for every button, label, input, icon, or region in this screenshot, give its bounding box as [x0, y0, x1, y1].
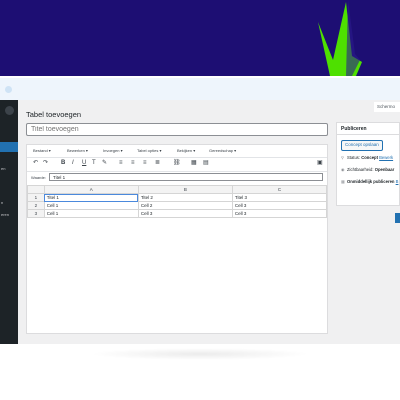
browser-toolbar — [0, 78, 400, 100]
row-number: 1 — [27, 193, 45, 202]
menu-bekijken[interactable]: Bekijken ▾ — [177, 148, 195, 153]
italic-icon[interactable]: I — [72, 159, 74, 168]
table-editor: Bestand ▾ Bewerken ▾ Invoegen ▾ Tabel op… — [26, 144, 328, 334]
table-cell[interactable]: Titel 3 — [231, 193, 328, 202]
undo-icon[interactable]: ↶ — [33, 159, 38, 168]
table-cell[interactable]: Titel 1 — [43, 193, 139, 202]
table-row: 3 Cell 1 Cell 3 Cell 3 — [27, 209, 328, 218]
link-icon[interactable]: ⛓ — [173, 159, 181, 168]
text-color-icon[interactable]: ✎ — [102, 159, 107, 168]
align-center-icon[interactable]: ≡ — [131, 159, 135, 168]
main-content: Tabel toevoegen Bestand ▾ Bewerken ▾ Inv… — [18, 100, 400, 344]
logo-mark — [318, 0, 362, 76]
publish-heading: Publiceren — [337, 123, 400, 135]
page-title: Tabel toevoegen — [26, 110, 82, 119]
menu-bestand[interactable]: Bestand ▾ — [33, 148, 51, 153]
title-input[interactable] — [26, 123, 328, 136]
spreadsheet-table: A B C 1 Titel 1 Titel 2 Titel 3 2 Cell 1… — [27, 185, 328, 218]
justify-icon[interactable]: ≣ — [155, 159, 160, 168]
sidebar-item[interactable]: en — [1, 166, 18, 171]
menu-invoegen[interactable]: Invoegen ▾ — [103, 148, 123, 153]
hero-banner — [0, 0, 400, 76]
publish-button[interactable] — [395, 213, 400, 223]
align-left-icon[interactable]: ≡ — [119, 159, 123, 168]
column-header[interactable]: A — [43, 185, 139, 194]
table-props-icon[interactable]: ▤ — [203, 159, 209, 168]
strikethrough-icon[interactable]: T — [92, 159, 96, 168]
drop-shadow — [90, 348, 310, 360]
wordpress-logo-icon[interactable] — [5, 106, 14, 115]
status-edit-link[interactable]: Bewerk — [379, 155, 393, 160]
status-row: ⚲ Status: Concept Bewerk — [341, 155, 394, 160]
trash-icon[interactable]: ▣ — [317, 159, 323, 168]
browser-window: en n eren Tabel toevoegen Bestand ▾ Bewe… — [0, 78, 400, 344]
column-header-row: A B C — [27, 185, 328, 194]
table-row: 1 Titel 1 Titel 2 Titel 3 — [27, 193, 328, 202]
cell-value-bar: Waarde: Titel 1 — [27, 172, 327, 183]
cell-value-label: Waarde: — [31, 175, 46, 180]
sidebar-active-item[interactable] — [0, 142, 18, 152]
publish-box: Publiceren Concept opslaan ⚲ Status: Conc… — [336, 122, 400, 223]
sidebar-item[interactable]: eren — [1, 212, 18, 217]
align-right-icon[interactable]: ≡ — [143, 159, 147, 168]
window-dot — [5, 86, 12, 93]
table-cell[interactable]: Cell 3 — [137, 209, 233, 218]
menu-tabel-opties[interactable]: Tabel opties ▾ — [137, 148, 161, 153]
corner-cell — [27, 185, 45, 194]
table-row: 2 Cell 1 Cell 2 Cell 3 — [27, 201, 328, 210]
schedule-edit-link[interactable]: B — [396, 179, 399, 184]
editor-toolbar: ↶ ↷ B I U T ✎ ≡ ≡ ≡ ≣ ⛓ ▦ ▤ ▣ — [27, 157, 327, 172]
table-icon[interactable]: ▦ — [191, 159, 197, 168]
schedule-row: ▦ Onmiddellijk publiceren B — [341, 179, 399, 184]
table-cell[interactable]: Titel 2 — [137, 193, 233, 202]
row-number: 2 — [27, 201, 45, 210]
screen-options-tab[interactable]: Schermo — [374, 102, 400, 112]
table-cell[interactable]: Cell 1 — [43, 201, 139, 210]
table-cell[interactable]: Cell 1 — [43, 209, 139, 218]
redo-icon[interactable]: ↷ — [43, 159, 48, 168]
bold-icon[interactable]: B — [61, 159, 65, 168]
table-cell[interactable]: Cell 3 — [231, 201, 328, 210]
table-cell[interactable]: Cell 3 — [231, 209, 328, 218]
column-header[interactable]: B — [137, 185, 233, 194]
underline-icon[interactable]: U — [82, 159, 86, 168]
menu-bewerken[interactable]: Bewerken ▾ — [67, 148, 88, 153]
menu-gereedschap[interactable]: Gereedschap ▾ — [209, 148, 236, 153]
column-header[interactable]: C — [231, 185, 328, 194]
table-cell[interactable]: Cell 2 — [137, 201, 233, 210]
save-draft-button[interactable]: Concept opslaan — [341, 140, 383, 151]
row-number: 3 — [27, 209, 45, 218]
sidebar-item[interactable]: n — [1, 200, 18, 205]
admin-sidebar: en n eren — [0, 100, 18, 344]
visibility-row: ◉ Zichtbaarheid: Openbaar — [341, 167, 395, 172]
cell-value-input[interactable]: Titel 1 — [49, 173, 323, 181]
